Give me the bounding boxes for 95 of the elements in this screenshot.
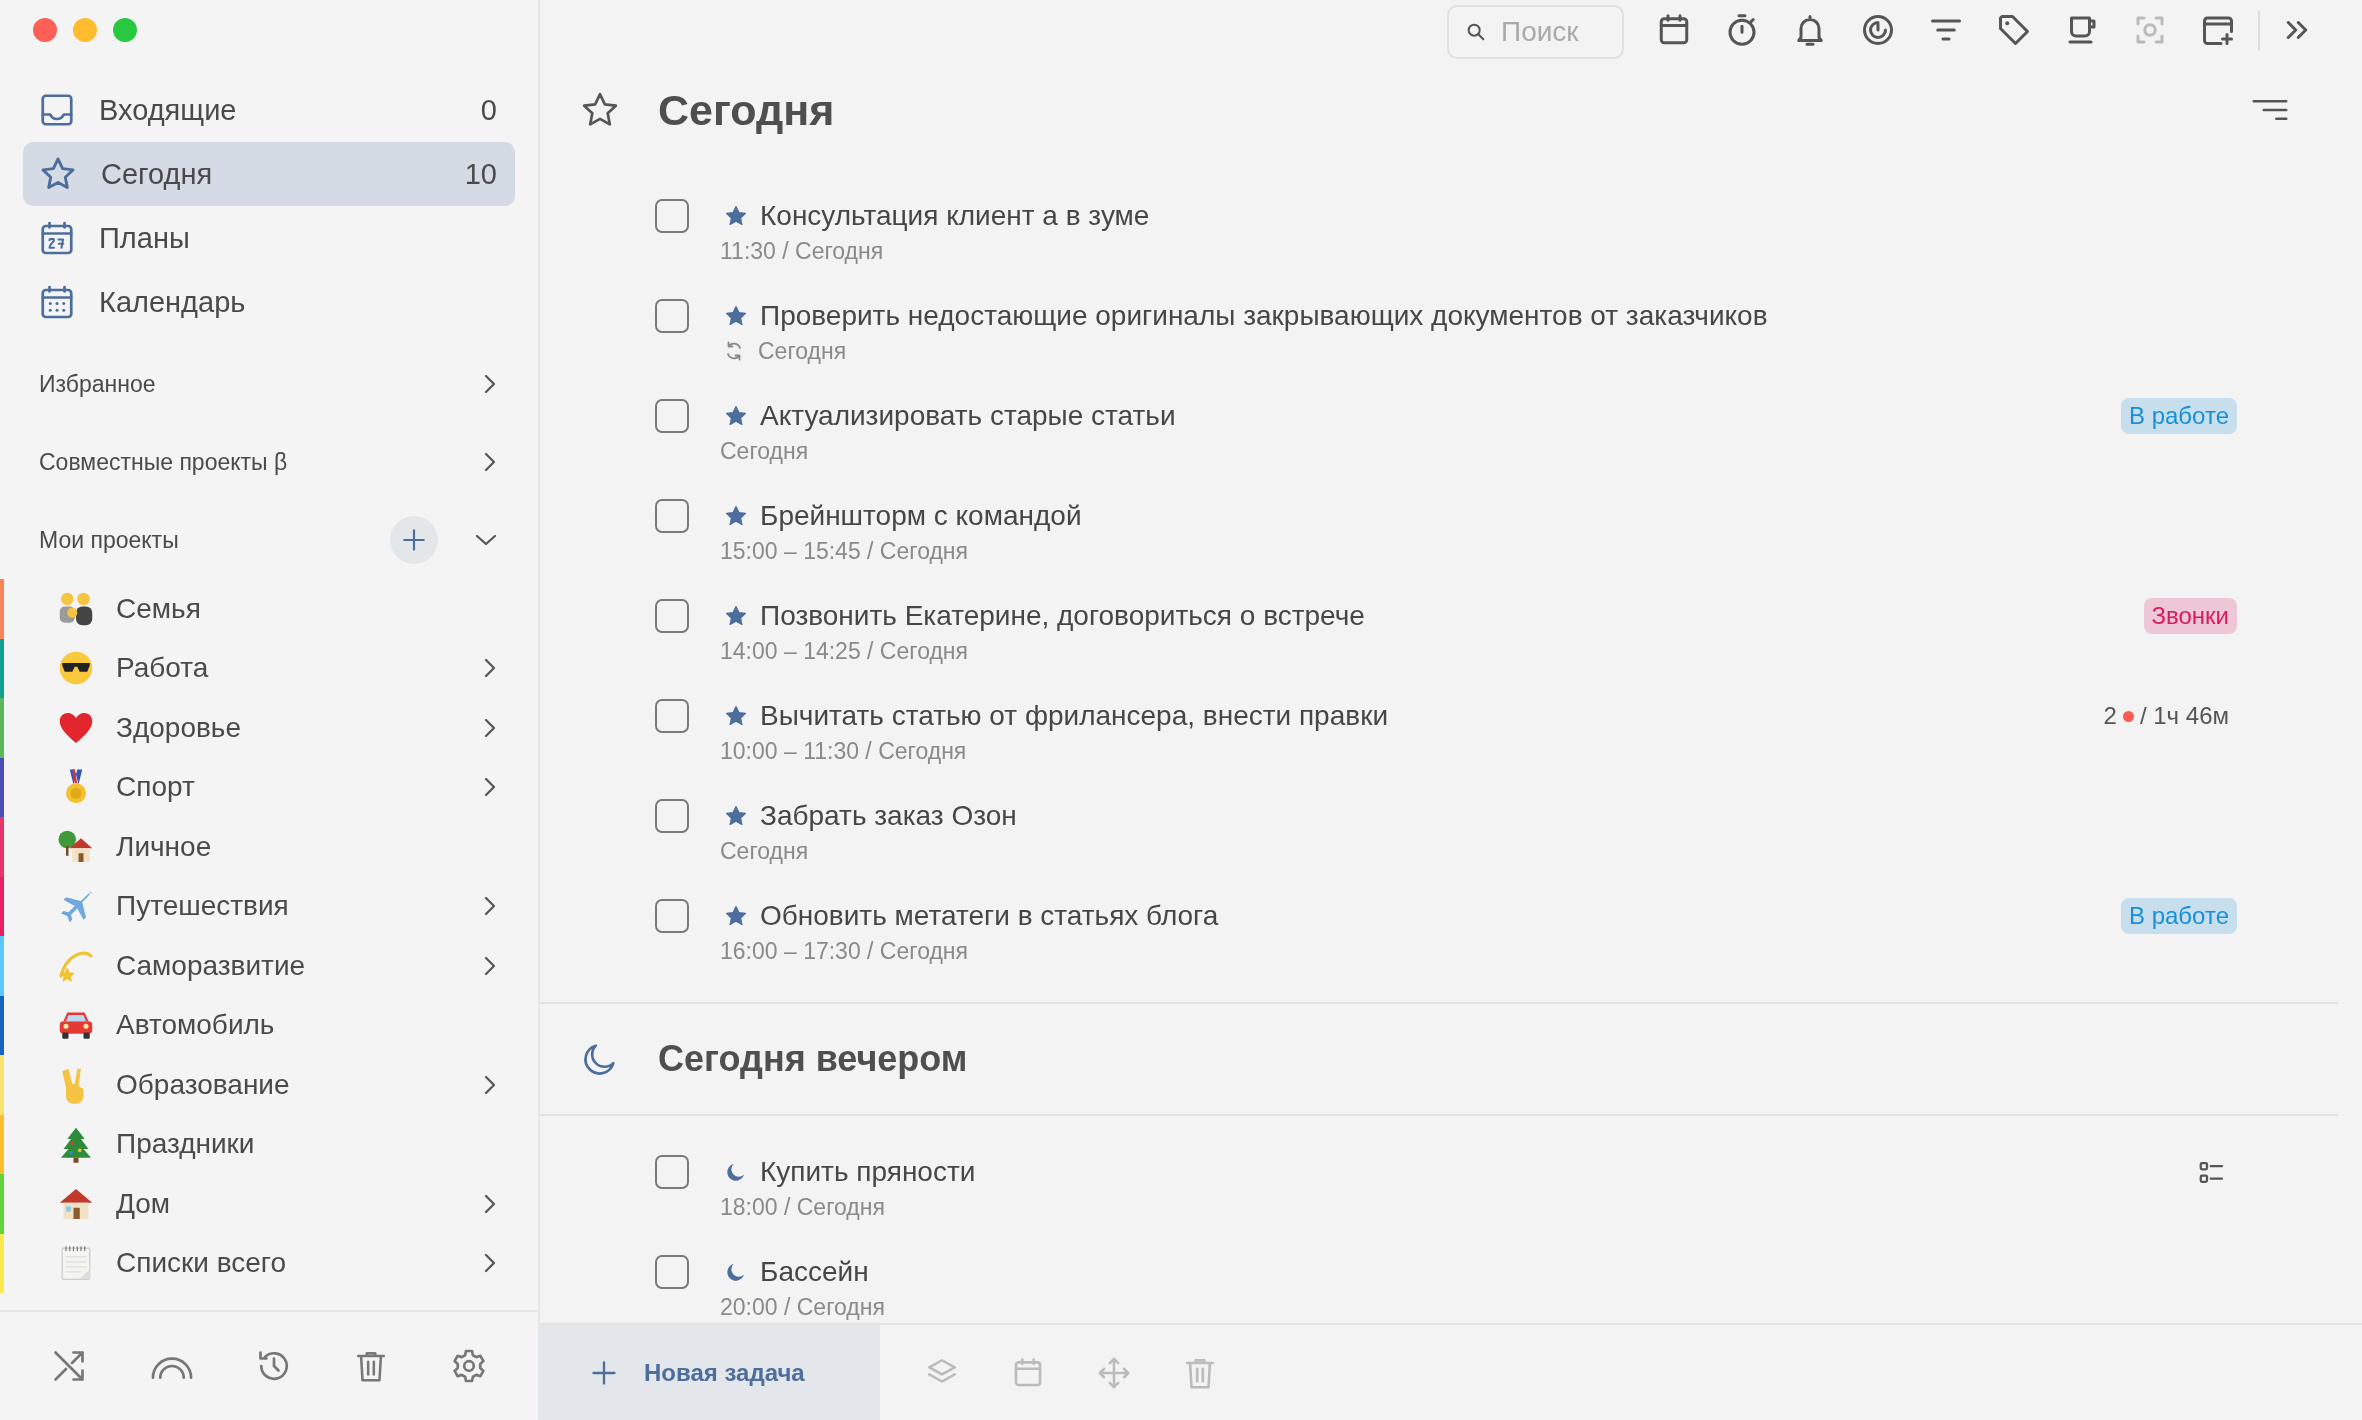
task-title[interactable]: Брейншторм с командой: [760, 500, 1082, 532]
task-title[interactable]: Бассейн: [760, 1256, 869, 1288]
project-name: Работа: [116, 652, 210, 685]
plus-icon: [590, 1358, 618, 1387]
count-label: 10: [464, 157, 497, 191]
project-name: Автомобиль: [116, 1009, 276, 1042]
count-label: 2: [2103, 702, 2117, 730]
checkbox[interactable]: [655, 199, 689, 233]
task-subtitle: 15:00 – 15:45 / Сегодня: [720, 537, 968, 565]
checkbox[interactable]: [655, 399, 689, 433]
project-item[interactable]: Семья: [0, 579, 538, 639]
task-title[interactable]: Позвонить Екатерине, договориться о встрече: [760, 600, 1365, 632]
project-name: Спорт: [116, 771, 196, 804]
task-subtitle: 10:00 – 11:30 / Сегодня: [720, 737, 967, 765]
project-item[interactable]: Образование: [0, 1055, 538, 1115]
task-subtitle: Сегодня: [720, 437, 809, 465]
task-subtitle: 14:00 – 14:25 / Сегодня: [720, 637, 968, 665]
star-icon: [724, 504, 748, 528]
checkbox[interactable]: [655, 299, 689, 333]
project-item[interactable]: Здоровье: [0, 698, 538, 758]
nav-item[interactable]: Сегодня 10: [23, 142, 515, 206]
project-item[interactable]: Путешествия: [0, 876, 538, 936]
star-icon: [724, 704, 748, 728]
task-subtitle: 11:30 / Сегодня: [720, 237, 884, 265]
settings-icon[interactable]: [450, 1348, 487, 1384]
calendar-icon: [39, 284, 75, 320]
checkbox[interactable]: [655, 699, 689, 733]
star-icon: [724, 604, 748, 628]
nav-label: Календарь: [99, 285, 247, 319]
project-item[interactable]: Саморазвитие: [0, 936, 538, 996]
new-task-button[interactable]: Новая задача: [540, 1325, 880, 1420]
checkbox[interactable]: [655, 1255, 689, 1289]
section-label[interactable]: Мои проекты: [39, 526, 380, 554]
task-title[interactable]: Консультация клиент а в зуме: [760, 200, 1150, 232]
task-subtitle: Сегодня: [758, 337, 847, 365]
chevron-right-icon[interactable]: [482, 450, 498, 474]
project-item[interactable]: Праздники: [0, 1114, 538, 1174]
radar-icon[interactable]: [1860, 12, 1896, 48]
checkbox[interactable]: [655, 599, 689, 633]
task-title[interactable]: Проверить недостающие оригиналы закрывающих документов от заказчиков: [760, 300, 1768, 332]
project-name: Образование: [116, 1068, 291, 1101]
checkbox[interactable]: [655, 499, 689, 533]
project-name: Дом: [116, 1187, 172, 1220]
checkbox[interactable]: [655, 1155, 689, 1189]
section-label[interactable]: Избранное: [39, 370, 472, 398]
project-item[interactable]: Списки всего: [0, 1233, 538, 1293]
star-icon: [724, 804, 748, 828]
nav-item[interactable]: Планы: [23, 206, 515, 270]
project-item[interactable]: Работа: [0, 638, 538, 698]
nav-label: Сегодня: [101, 157, 214, 191]
inbox-icon: [39, 92, 75, 128]
plus-icon: [401, 527, 427, 553]
task-title[interactable]: Вычитать статью от фрилансера, внести правки: [760, 700, 1389, 732]
chevron-down-icon[interactable]: [474, 532, 498, 548]
checkbox[interactable]: [655, 799, 689, 833]
duration-label: / 1ч 46м: [2139, 702, 2229, 730]
project-name: Саморазвитие: [116, 949, 307, 982]
project-name: Праздники: [116, 1128, 256, 1161]
task-subtitle: 18:00 / Сегодня: [720, 1193, 885, 1221]
project-name: Списки всего: [116, 1247, 287, 1280]
task-title[interactable]: Забрать заказ Озон: [760, 800, 1017, 832]
nav-label: Входящие: [99, 93, 238, 127]
project-item[interactable]: Автомобиль: [0, 995, 538, 1055]
section-label[interactable]: Совместные проекты β: [39, 448, 472, 476]
section-title: Сегодня вечером: [658, 1038, 969, 1080]
close-button[interactable]: [33, 18, 57, 42]
star-icon: [724, 204, 748, 228]
chevron-right-icon[interactable]: [482, 372, 498, 396]
section-title: Сегодня: [658, 85, 836, 135]
nav-label: Планы: [99, 221, 191, 255]
count-label: 0: [480, 93, 497, 127]
nav-item[interactable]: Календарь: [23, 270, 515, 334]
project-name: Путешествия: [116, 890, 290, 923]
search-icon: [1465, 21, 1487, 43]
nav-item[interactable]: Входящие 0: [23, 78, 515, 142]
project-item[interactable]: Спорт: [0, 757, 538, 817]
task-subtitle: 20:00 / Сегодня: [720, 1293, 885, 1321]
add-button[interactable]: [390, 516, 438, 564]
star-icon: [724, 404, 748, 428]
task-subtitle: Сегодня: [720, 837, 809, 865]
task-title[interactable]: Актуализировать старые статьи: [760, 400, 1176, 432]
tag-icon[interactable]: [1996, 12, 2032, 48]
task-subtitle: 16:00 – 17:30 / Сегодня: [720, 937, 968, 965]
project-name: Здоровье: [116, 711, 242, 744]
project-name: Личное: [116, 830, 213, 863]
search-field[interactable]: Поиск: [1447, 5, 1624, 59]
task-title[interactable]: Обновить метатеги в статьях блога: [760, 900, 1219, 932]
project-item[interactable]: Дом: [0, 1174, 538, 1234]
project-name: Семья: [116, 592, 202, 625]
project-item[interactable]: Личное: [0, 817, 538, 877]
calendar-date-icon: [39, 220, 75, 256]
star-icon: [724, 304, 748, 328]
star-icon: [724, 904, 748, 928]
checkbox[interactable]: [655, 899, 689, 933]
task-title[interactable]: Купить пряности: [760, 1156, 976, 1188]
